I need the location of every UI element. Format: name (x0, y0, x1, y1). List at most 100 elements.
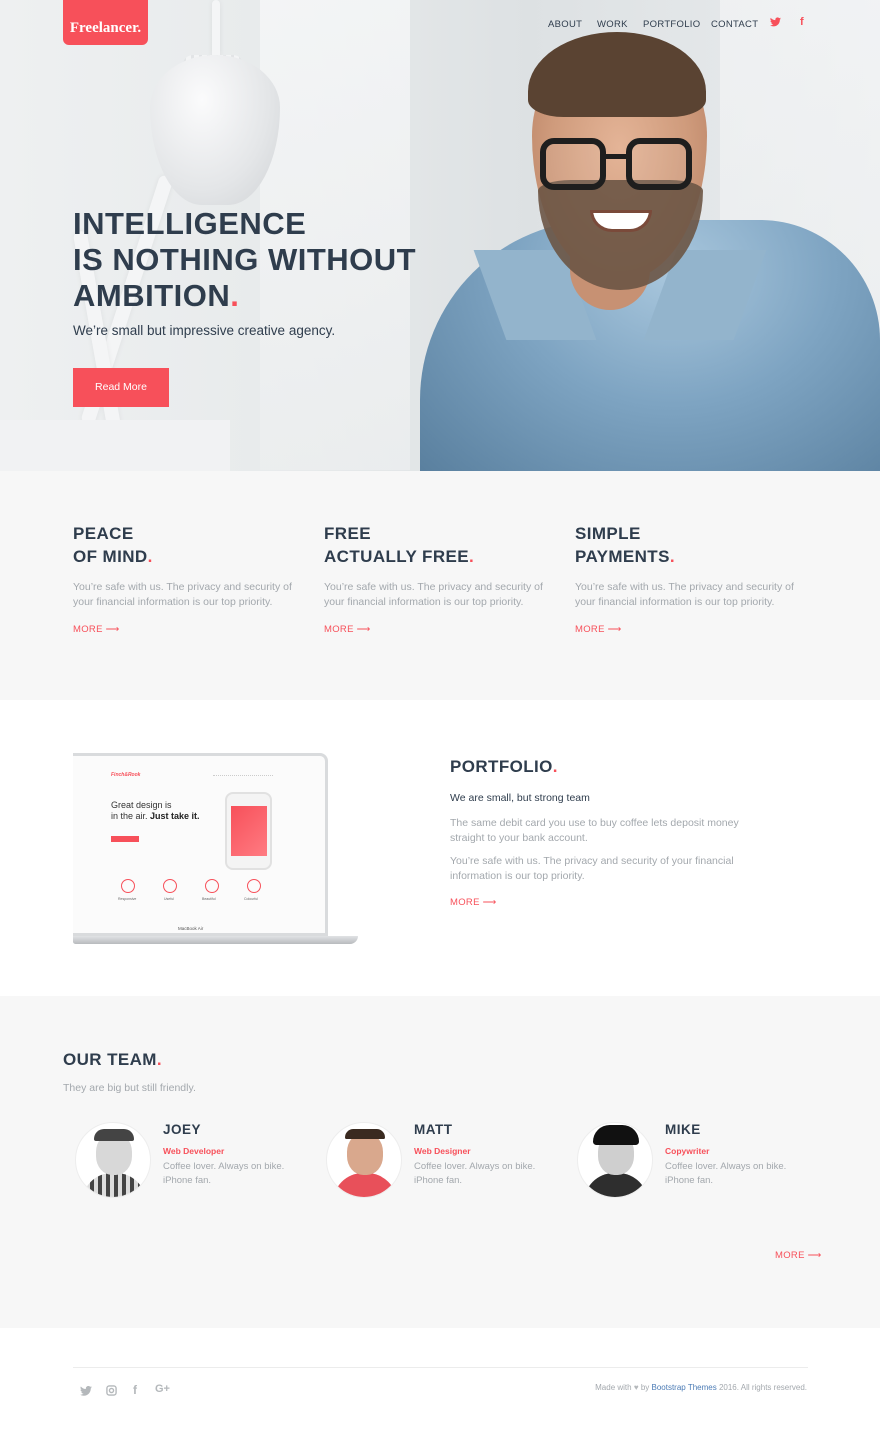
credit-text: by (640, 1383, 650, 1392)
feature-title: PEACE OF MIND. (73, 523, 313, 568)
feature-title: FREE ACTUALLY FREE. (324, 523, 564, 568)
title-dot: . (552, 757, 558, 776)
screen-heading-line: in the air. (111, 811, 151, 821)
read-more-button[interactable]: Read More (73, 368, 169, 407)
screen-heading-bold: Just take it. (150, 811, 200, 821)
team-more-link[interactable]: MORE ⟶ (775, 1250, 822, 1261)
nav-portfolio[interactable]: PORTFOLIO (643, 19, 700, 30)
member-role: Web Developer (163, 1146, 225, 1156)
member-bio: Coffee lover. Always on bike. iPhone fan… (665, 1161, 787, 1186)
screen-feature-icon (247, 879, 261, 893)
lamp-shade (150, 55, 280, 205)
feature-title: SIMPLE PAYMENTS. (575, 523, 815, 568)
desk (0, 420, 230, 471)
member-name: MIKE (665, 1122, 701, 1137)
feature-title-line: ACTUALLY FREE (324, 546, 469, 566)
screen-model-label: MacBook Air (178, 926, 204, 931)
feature-more-link[interactable]: MORE ⟶ (324, 624, 371, 635)
team-subtitle: They are big but still friendly. (63, 1082, 196, 1094)
instagram-icon[interactable] (106, 1385, 117, 1399)
feature-title-line: PEACE (73, 524, 134, 543)
main-nav: ABOUT WORK PORTFOLIO CONTACT f (0, 16, 880, 33)
facebook-icon[interactable]: f (133, 1383, 137, 1397)
screen-feature-label: Useful (164, 897, 174, 901)
avatar (577, 1122, 653, 1198)
screen-heading: Great design is in the air. Just take it… (111, 800, 200, 822)
hero-subtitle: We’re small but impressive creative agen… (73, 323, 336, 338)
nav-about[interactable]: ABOUT (548, 19, 582, 30)
screen-nav (213, 775, 273, 777)
hero-title: INTELLIGENCE IS NOTHING WITHOUT AMBITION… (73, 206, 443, 314)
nav-contact[interactable]: CONTACT (711, 19, 758, 30)
feature-card: SIMPLE PAYMENTS. You’re safe with us. The… (575, 523, 815, 637)
member-name: MATT (414, 1122, 453, 1137)
portfolio-paragraph: You’re safe with us. The privacy and sec… (450, 855, 734, 882)
team-title: OUR TEAM. (63, 1050, 162, 1070)
hero-section: Freelancer. ABOUT WORK PORTFOLIO CONTACT… (0, 0, 880, 471)
member-bio: Coffee lover. Always on bike. iPhone fan… (414, 1161, 536, 1186)
avatar-hair (94, 1129, 134, 1141)
feature-card: PEACE OF MIND. You’re safe with us. The p… (73, 523, 313, 637)
screen-brand: Finch&Rook (111, 772, 141, 778)
twitter-icon[interactable] (770, 17, 781, 30)
screen-feature-label: Colourful (244, 897, 259, 901)
google-plus-icon[interactable]: G+ (155, 1383, 170, 1395)
feature-more-link[interactable]: MORE ⟶ (73, 624, 120, 635)
portfolio-title-text: PORTFOLIO (450, 757, 553, 776)
footer-credit: Made with ♥ by Bootstrap Themes 2016. Al… (595, 1383, 807, 1392)
avatar (326, 1122, 402, 1198)
avatar-body (82, 1173, 146, 1197)
screen-feature-label: Beautiful (202, 897, 216, 901)
feature-title-line: PAYMENTS (575, 546, 670, 566)
hero-title-line: AMBITION. (73, 278, 443, 314)
screen-feature-icon (163, 879, 177, 893)
title-dot: . (156, 1050, 162, 1069)
avatar-body (584, 1173, 648, 1197)
team-title-text: OUR TEAM (63, 1050, 157, 1069)
avatar-body (333, 1173, 397, 1197)
facebook-icon[interactable]: f (800, 16, 804, 28)
team-member: MATT Web Designer Coffee lover. Always o… (326, 1122, 576, 1202)
portfolio-lead: We are small, but strong team (450, 792, 590, 804)
screen-feature-icon (121, 879, 135, 893)
person-glasses-bridge (604, 154, 628, 159)
screen-button (111, 836, 139, 842)
title-dot: . (669, 546, 675, 566)
portfolio-more-link[interactable]: MORE ⟶ (450, 897, 497, 908)
twitter-icon[interactable] (80, 1385, 92, 1399)
feature-text: You’re safe with us. The privacy and sec… (324, 581, 543, 608)
feature-text: You’re safe with us. The privacy and sec… (73, 581, 292, 608)
feature-title-line: OF MIND (73, 546, 148, 566)
heart-icon: ♥ (633, 1383, 639, 1392)
hero-title-line: IS NOTHING WITHOUT (73, 242, 417, 277)
footer-divider (73, 1367, 808, 1368)
feature-title-line: SIMPLE (575, 524, 641, 543)
member-role: Copywriter (665, 1146, 710, 1156)
team-member: MIKE Copywriter Coffee lover. Always on … (577, 1122, 827, 1202)
features-section: PEACE OF MIND. You’re safe with us. The p… (0, 471, 880, 700)
laptop-mockup: Finch&Rook Great design is in the air. J… (73, 753, 358, 945)
laptop-screen: Finch&Rook Great design is in the air. J… (73, 753, 328, 936)
screen-feature-label: Responsive (118, 897, 137, 901)
title-dot: . (147, 546, 153, 566)
portfolio-title: PORTFOLIO. (450, 757, 750, 777)
hero-title-line: INTELLIGENCE (73, 206, 307, 241)
footer: f G+ Made with ♥ by Bootstrap Themes 201… (0, 1328, 880, 1432)
portfolio-paragraph: The same debit card you use to buy coffe… (450, 817, 739, 844)
avatar-face (347, 1133, 383, 1175)
credit-brand-link[interactable]: Bootstrap Themes (652, 1383, 717, 1392)
title-dot: . (230, 278, 240, 313)
nav-work[interactable]: WORK (597, 19, 628, 30)
person-glasses (626, 138, 692, 190)
screen-feature-icon (205, 879, 219, 893)
avatar (75, 1122, 151, 1198)
person-hair (528, 32, 706, 117)
screen-heading-line: Great design is (111, 800, 172, 810)
laptop-base (73, 936, 358, 944)
team-section: OUR TEAM. They are big but still friendl… (0, 996, 880, 1328)
member-role: Web Designer (414, 1146, 471, 1156)
screen-phone (225, 792, 272, 870)
feature-more-link[interactable]: MORE ⟶ (575, 624, 622, 635)
avatar-cap (593, 1125, 639, 1145)
credit-text: Made with (595, 1383, 632, 1392)
